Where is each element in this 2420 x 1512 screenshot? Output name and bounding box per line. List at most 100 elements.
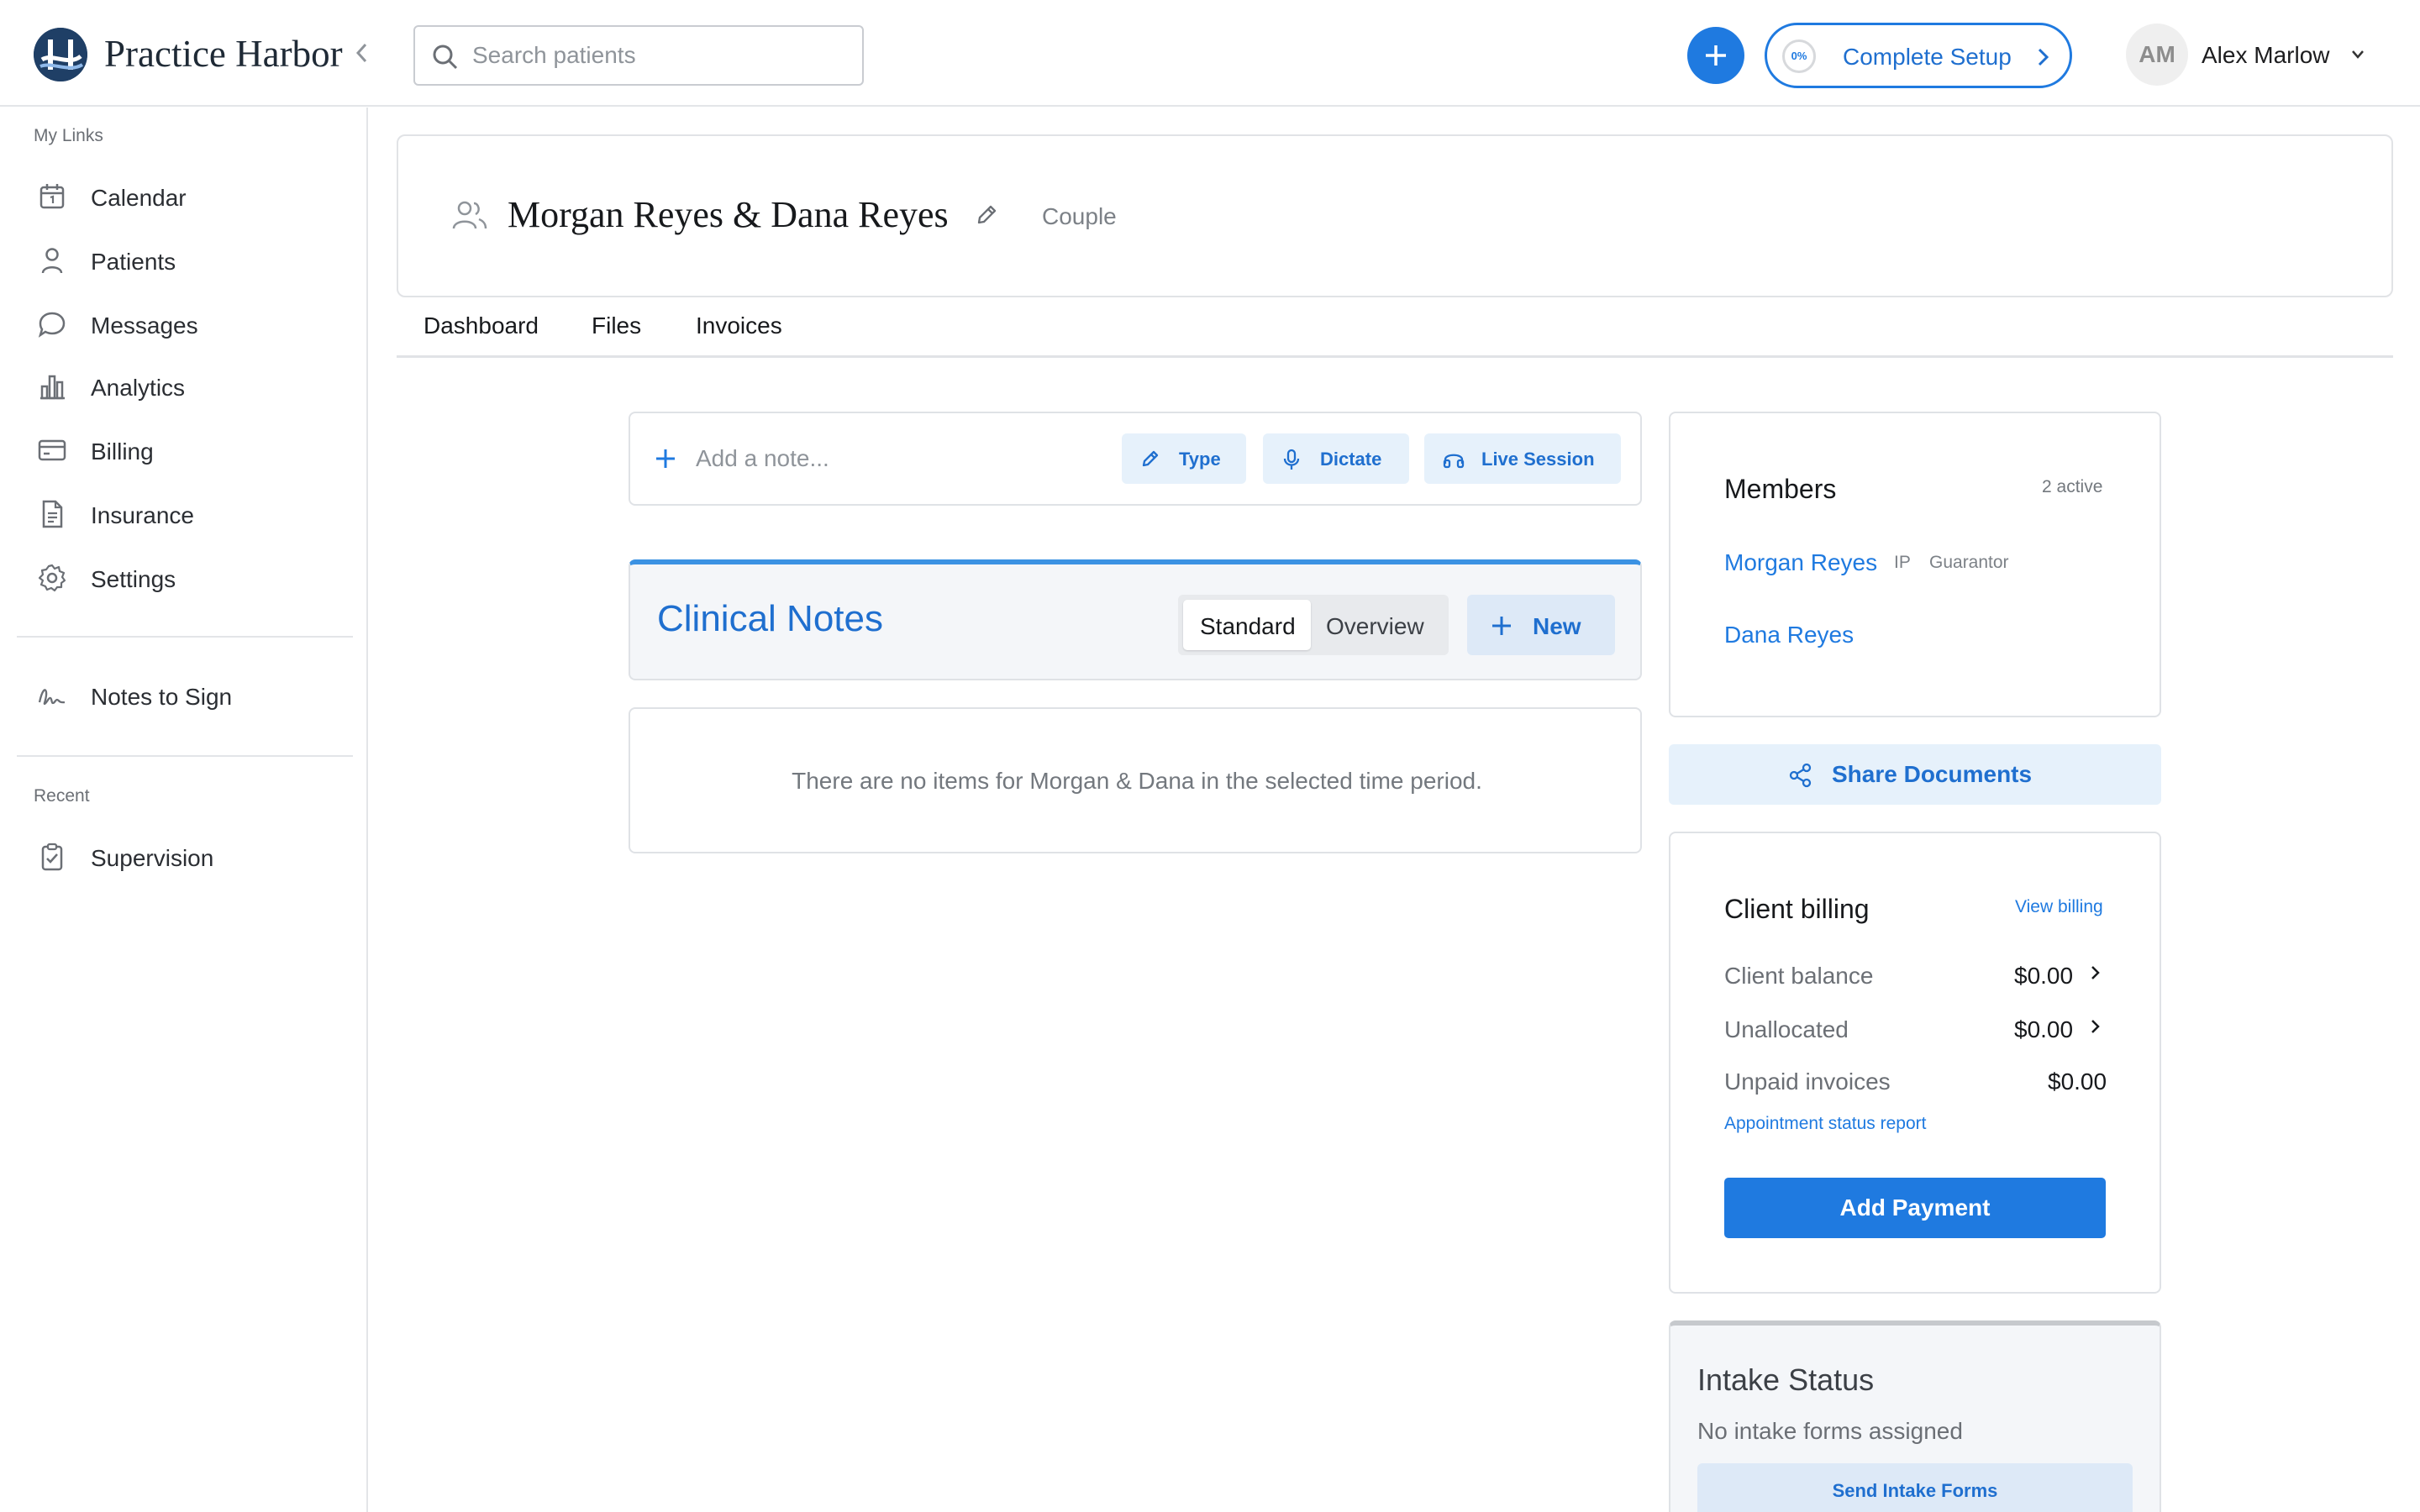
- brand-name: Practice Harbor: [104, 33, 343, 75]
- view-billing-link[interactable]: View billing: [2015, 897, 2103, 917]
- sidebar-item-calendar[interactable]: Calendar: [17, 170, 353, 223]
- logo-icon[interactable]: [34, 28, 87, 81]
- view-overview-label: Overview: [1326, 613, 1424, 639]
- billing-row-label: Client balance: [1724, 963, 1874, 989]
- client-balance-value[interactable]: $0.00: [2014, 963, 2073, 990]
- signature-icon: [38, 689, 66, 706]
- billing-row-label: Unallocated: [1724, 1016, 1849, 1042]
- chevron-right-icon[interactable]: [2089, 963, 2102, 983]
- group-icon: [452, 201, 487, 229]
- bar-chart-icon: [40, 375, 65, 400]
- members-card: Members 2 active Morgan Reyes IP Guarant…: [1669, 412, 2161, 717]
- notes-empty-state: There are no items for Morgan & Dana in …: [629, 707, 1642, 853]
- plus-icon: [1706, 45, 1726, 66]
- pencil-icon: [1142, 450, 1159, 467]
- sidebar-item-label: Notes to Sign: [91, 684, 233, 710]
- live-session-label: Live Session: [1481, 449, 1595, 470]
- patient-search: [413, 25, 864, 86]
- setup-label: Complete Setup: [1843, 44, 2012, 70]
- tab-invoices[interactable]: Invoices: [696, 312, 782, 339]
- new-note-button[interactable]: New: [1467, 595, 1615, 655]
- plus-icon[interactable]: [654, 447, 677, 470]
- member-link[interactable]: Morgan Reyes: [1724, 549, 1877, 576]
- live-session-button[interactable]: Live Session: [1424, 433, 1621, 484]
- microphone-icon: [1283, 449, 1300, 470]
- client-name: Morgan Reyes & Dana Reyes: [508, 194, 949, 235]
- unallocated-value[interactable]: $0.00: [2014, 1016, 2073, 1043]
- empty-message: There are no items for Morgan & Dana in …: [792, 768, 1482, 794]
- add-note-bar: Add a note... Type Dictate Live Session: [629, 412, 1642, 506]
- client-tabs: Dashboard Files Invoices: [397, 297, 2393, 358]
- sidebar-item-label: Patients: [91, 249, 176, 275]
- notes-view-toggle: Standard Overview: [1178, 595, 1449, 655]
- client-type: Couple: [1042, 203, 1117, 229]
- client-billing-card: Client billing View billing Client balan…: [1669, 832, 2161, 1294]
- chevron-down-icon[interactable]: [2349, 49, 2366, 60]
- share-documents-button[interactable]: Share Documents: [1669, 744, 2161, 805]
- intake-status-card: Intake Status No intake forms assigned S…: [1669, 1320, 2161, 1512]
- headphones-icon: [1443, 454, 1465, 469]
- view-overview-option[interactable]: Overview: [1311, 600, 1444, 650]
- chevron-right-icon: [2038, 48, 2049, 66]
- pencil-icon[interactable]: [975, 203, 998, 227]
- user-name[interactable]: Alex Marlow: [2202, 42, 2329, 69]
- tab-dashboard[interactable]: Dashboard: [424, 312, 539, 339]
- appointment-status-report-link[interactable]: Appointment status report: [1724, 1114, 1926, 1134]
- sidebar-item-insurance[interactable]: Insurance: [17, 487, 353, 541]
- gear-icon: [38, 564, 66, 592]
- sidebar-item-settings[interactable]: Settings: [17, 551, 353, 605]
- search-icon: [433, 45, 458, 70]
- clinical-notes-panel: Clinical Notes Standard Overview New: [629, 559, 1642, 680]
- sidebar-item-billing[interactable]: Billing: [17, 423, 353, 477]
- setup-progress-ring: 0%: [1782, 39, 1816, 73]
- add-note-input[interactable]: Add a note...: [696, 445, 829, 472]
- my-links-heading: My Links: [34, 126, 103, 145]
- tab-files[interactable]: Files: [592, 312, 641, 339]
- members-title: Members: [1724, 474, 1837, 504]
- collapse-sidebar-icon[interactable]: [351, 40, 371, 66]
- send-intake-forms-label: Send Intake Forms: [1832, 1480, 1998, 1501]
- members-count: 2 active: [2042, 477, 2103, 496]
- client-header: Morgan Reyes & Dana Reyes Couple: [397, 134, 2393, 297]
- sidebar-item-label: Insurance: [91, 502, 194, 528]
- top-bar: Practice Harbor 0% Complete Setup AM Ale…: [0, 0, 2420, 107]
- sidebar-item-label: Analytics: [91, 375, 186, 401]
- sidebar-item-supervision[interactable]: Supervision: [17, 830, 353, 884]
- document-icon: [42, 500, 63, 528]
- chevron-right-icon[interactable]: [2089, 1016, 2102, 1037]
- sidebar-item-label: Settings: [91, 566, 176, 592]
- sidebar-item-analytics[interactable]: Analytics: [17, 360, 353, 413]
- share-documents-label: Share Documents: [1832, 761, 2033, 787]
- type-label: Type: [1179, 449, 1221, 470]
- new-label: New: [1533, 613, 1581, 639]
- sidebar-item-messages[interactable]: Messages: [17, 297, 353, 351]
- dictate-button[interactable]: Dictate: [1263, 433, 1409, 484]
- send-intake-forms-button[interactable]: Send Intake Forms: [1697, 1463, 2133, 1512]
- chat-bubble-icon: [38, 312, 66, 338]
- dictate-label: Dictate: [1320, 449, 1382, 470]
- share-icon: [1789, 763, 1812, 788]
- member-link[interactable]: Dana Reyes: [1724, 622, 1854, 648]
- member-tag-guarantor: Guarantor: [1929, 553, 2009, 572]
- sidebar: My Links Calendar Patients Messages Anal…: [0, 108, 368, 1512]
- sidebar-item-label: Calendar: [91, 185, 187, 211]
- sidebar-item-label: Supervision: [91, 845, 214, 871]
- search-input[interactable]: [472, 39, 842, 72]
- add-payment-label: Add Payment: [1839, 1194, 1991, 1221]
- clinical-notes-title: Clinical Notes: [657, 598, 883, 639]
- clipboard-check-icon: [41, 843, 63, 871]
- member-tag-ip: IP: [1894, 553, 1911, 572]
- sidebar-item-patients[interactable]: Patients: [17, 234, 353, 287]
- person-icon: [41, 248, 63, 274]
- credit-card-icon: [38, 439, 66, 461]
- sidebar-item-notes-to-sign[interactable]: Notes to Sign: [17, 669, 353, 722]
- type-note-button[interactable]: Type: [1122, 433, 1246, 484]
- quick-add-button[interactable]: [1687, 27, 1744, 84]
- complete-setup-button[interactable]: 0% Complete Setup: [1765, 23, 2072, 88]
- intake-title: Intake Status: [1697, 1362, 1875, 1397]
- add-payment-button[interactable]: Add Payment: [1724, 1178, 2106, 1238]
- avatar[interactable]: AM: [2126, 24, 2188, 86]
- intake-subtitle: No intake forms assigned: [1697, 1418, 1963, 1444]
- view-standard-option[interactable]: Standard: [1183, 600, 1311, 650]
- billing-row-label: Unpaid invoices: [1724, 1068, 1891, 1095]
